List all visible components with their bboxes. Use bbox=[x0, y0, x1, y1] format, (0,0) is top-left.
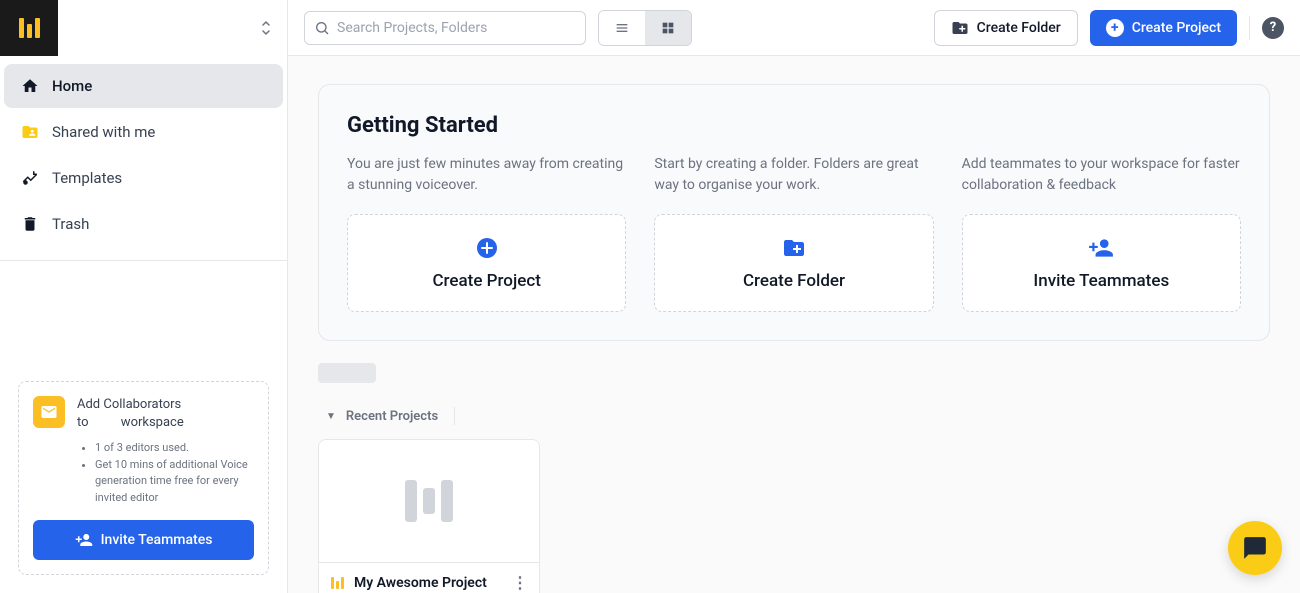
collab-bullet: 1 of 3 editors used. bbox=[95, 440, 254, 457]
folder-add-icon bbox=[951, 19, 969, 37]
create-project-button[interactable]: + Create Project bbox=[1090, 10, 1237, 46]
gs-create-project[interactable]: Create Project bbox=[347, 214, 626, 312]
nav-trash[interactable]: Trash bbox=[4, 202, 283, 246]
list-view-button[interactable] bbox=[599, 11, 645, 45]
folder-add-icon bbox=[781, 235, 807, 261]
nav-shared[interactable]: Shared with me bbox=[4, 110, 283, 154]
app-logo[interactable] bbox=[0, 0, 58, 56]
project-logo-icon bbox=[331, 577, 344, 589]
chat-icon bbox=[1242, 535, 1268, 561]
folder-shared-icon bbox=[20, 122, 40, 142]
grid-icon bbox=[660, 20, 676, 36]
chevron-updown-icon bbox=[259, 19, 273, 37]
person-add-icon bbox=[75, 531, 93, 549]
templates-icon bbox=[20, 168, 40, 188]
collab-bullet: Get 10 mins of additional Voice generati… bbox=[95, 457, 254, 507]
plus-circle-icon bbox=[474, 235, 500, 261]
nav-home[interactable]: Home bbox=[4, 64, 283, 108]
search-icon bbox=[314, 20, 330, 36]
loading-placeholder bbox=[318, 363, 376, 383]
gs-invite-teammates[interactable]: Invite Teammates bbox=[962, 214, 1241, 312]
divider bbox=[1249, 16, 1250, 40]
collaborators-card: Add Collaborators to workspace 1 of 3 ed… bbox=[18, 381, 269, 575]
gs-action-label: Create Folder bbox=[743, 271, 845, 291]
collab-title-prefix: to bbox=[77, 415, 89, 430]
chat-widget-button[interactable] bbox=[1228, 521, 1282, 575]
gs-action-label: Invite Teammates bbox=[1033, 271, 1169, 291]
recent-projects-header[interactable]: ▼ Recent Projects bbox=[318, 401, 1270, 439]
person-add-icon bbox=[1088, 235, 1114, 261]
nav-label: Trash bbox=[52, 215, 89, 233]
gs-desc: Add teammates to your workspace for fast… bbox=[962, 154, 1241, 196]
invite-teammates-button[interactable]: Invite Teammates bbox=[33, 520, 254, 560]
gs-create-folder[interactable]: Create Folder bbox=[654, 214, 933, 312]
grid-view-button[interactable] bbox=[645, 11, 691, 45]
gs-action-label: Create Project bbox=[432, 271, 540, 291]
help-button[interactable]: ? bbox=[1262, 17, 1284, 39]
create-folder-label: Create Folder bbox=[977, 20, 1061, 36]
caret-down-icon: ▼ bbox=[326, 411, 336, 422]
project-thumbnail bbox=[319, 440, 539, 562]
project-menu-button[interactable]: ⋮ bbox=[512, 573, 527, 592]
gs-desc: You are just few minutes away from creat… bbox=[347, 154, 626, 196]
invite-btn-label: Invite Teammates bbox=[101, 532, 213, 548]
workspace-selector[interactable] bbox=[58, 0, 287, 56]
list-icon bbox=[614, 20, 630, 36]
collab-title-suffix: workspace bbox=[121, 415, 184, 430]
collab-title-line1: Add Collaborators bbox=[77, 397, 181, 412]
recent-projects-title: Recent Projects bbox=[346, 409, 438, 424]
gs-desc: Start by creating a folder. Folders are … bbox=[654, 154, 933, 196]
home-icon bbox=[20, 76, 40, 96]
nav-templates[interactable]: Templates bbox=[4, 156, 283, 200]
nav-label: Shared with me bbox=[52, 123, 155, 141]
mail-icon bbox=[33, 396, 65, 428]
create-project-label: Create Project bbox=[1132, 20, 1221, 36]
trash-icon bbox=[20, 214, 40, 234]
project-name: My Awesome Project bbox=[354, 575, 502, 591]
search-input[interactable] bbox=[304, 11, 586, 45]
create-folder-button[interactable]: Create Folder bbox=[934, 10, 1078, 46]
project-card[interactable]: My Awesome Project ⋮ bbox=[318, 439, 540, 593]
divider bbox=[454, 407, 455, 425]
getting-started-card: Getting Started You are just few minutes… bbox=[318, 84, 1270, 341]
view-toggle bbox=[598, 10, 692, 46]
nav-label: Home bbox=[52, 77, 92, 95]
plus-circle-icon: + bbox=[1106, 19, 1124, 37]
nav-label: Templates bbox=[52, 169, 122, 187]
getting-started-title: Getting Started bbox=[347, 113, 1241, 138]
